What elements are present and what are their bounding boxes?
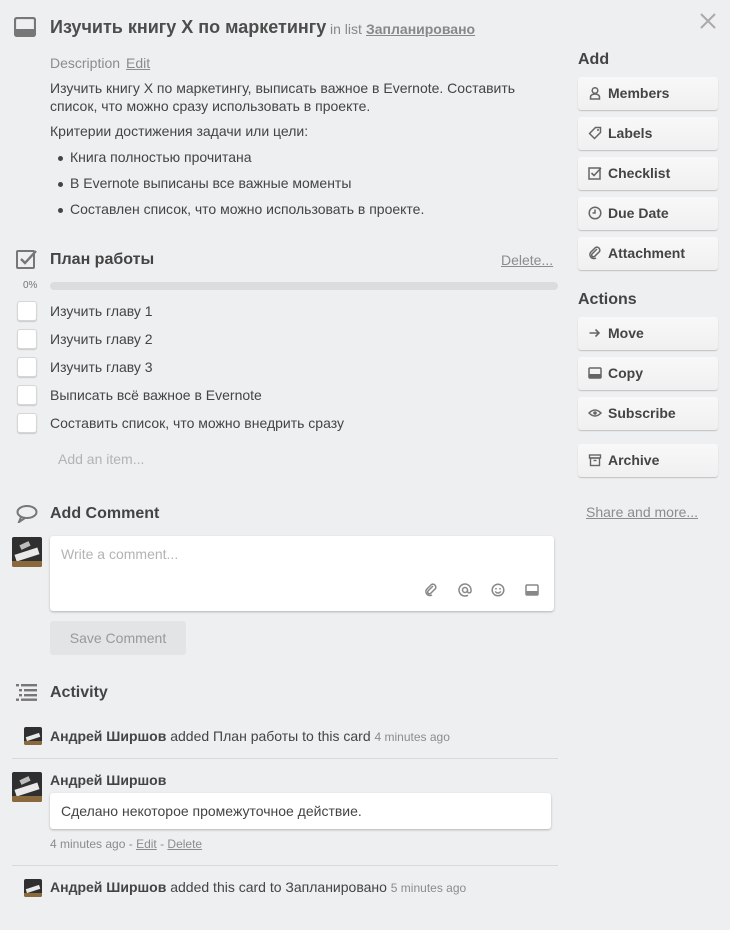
labels-button[interactable]: Labels <box>578 117 718 150</box>
in-list-prefix: in list <box>330 21 362 37</box>
archive-button[interactable]: Archive <box>578 444 718 477</box>
checklist-checkbox[interactable] <box>17 413 37 433</box>
members-button[interactable]: Members <box>578 77 718 110</box>
description-label: Description <box>50 55 121 71</box>
move-label: Move <box>608 325 644 341</box>
avatar <box>12 772 42 802</box>
activity-time[interactable]: 5 minutes ago <box>391 881 466 895</box>
checklist-item[interactable]: Выписать всё важное в Evernote <box>50 387 262 403</box>
card-icon <box>13 16 37 38</box>
checklist-progress-bar <box>50 282 558 290</box>
description-bullet: В Evernote выписаны все важные моменты <box>58 175 351 191</box>
activity-user[interactable]: Андрей Ширшов <box>50 728 166 744</box>
activity-action: added this card to Запланировано <box>170 879 387 895</box>
labels-label: Labels <box>608 125 653 141</box>
members-label: Members <box>608 85 670 101</box>
comment-delete-link[interactable]: Delete <box>167 837 202 851</box>
activity-title: Activity <box>50 684 108 701</box>
attachment-button[interactable]: Attachment <box>578 237 718 270</box>
arrow-right-icon <box>588 326 602 340</box>
move-button[interactable]: Move <box>578 317 718 350</box>
activity-time[interactable]: 4 minutes ago <box>375 730 450 744</box>
activity-comment-meta: 4 minutes ago - Edit - Delete <box>50 837 203 851</box>
emoji-icon[interactable] <box>491 583 505 597</box>
add-comment-title: Add Comment <box>50 505 160 522</box>
paperclip-icon <box>588 246 602 260</box>
comment-input[interactable] <box>50 536 554 584</box>
criteria-heading: Критерии достижения задачи или цели: <box>50 123 309 139</box>
close-icon[interactable] <box>699 6 717 37</box>
divider <box>12 865 558 866</box>
archive-label: Archive <box>608 452 660 468</box>
bullet-text: В Evernote выписаны все важные моменты <box>70 175 352 191</box>
checklist-checkbox[interactable] <box>17 301 37 321</box>
subscribe-button[interactable]: Subscribe <box>578 397 718 430</box>
due-date-button[interactable]: Due Date <box>578 197 718 230</box>
save-comment-button[interactable]: Save Comment <box>50 621 186 655</box>
clock-icon <box>588 206 602 220</box>
activity-time[interactable]: 4 minutes ago <box>50 837 125 851</box>
checklist-checkbox[interactable] <box>17 385 37 405</box>
checklist-title[interactable]: План работы <box>50 251 154 269</box>
checklist-label: Checklist <box>608 165 671 181</box>
activity-user[interactable]: Андрей Ширшов <box>50 772 166 788</box>
activity-entry: Андрей Ширшов <box>50 772 166 788</box>
activity-entry: Андрей Ширшов added this card to Заплани… <box>50 879 466 895</box>
description-text: Изучить книгу X по маркетингу, выписать … <box>50 80 516 114</box>
add-checklist-item-input[interactable]: Add an item... <box>58 451 144 467</box>
checklist-delete-link[interactable]: Delete... <box>501 252 553 268</box>
checklist-button[interactable]: Checklist <box>578 157 718 190</box>
mention-icon[interactable] <box>458 583 472 597</box>
avatar <box>24 727 42 745</box>
checklist-icon <box>16 248 38 270</box>
due-date-label: Due Date <box>608 205 669 221</box>
subscribe-label: Subscribe <box>608 405 676 421</box>
share-and-more-link[interactable]: Share and more... <box>586 504 698 520</box>
checklist-item[interactable]: Изучить главу 3 <box>50 359 153 375</box>
actions-heading: Actions <box>578 291 637 308</box>
checklist-item[interactable]: Составить список, что можно внедрить сра… <box>50 415 344 431</box>
comment-box <box>50 536 554 611</box>
comment-edit-link[interactable]: Edit <box>136 837 157 851</box>
card-icon <box>588 366 602 380</box>
activity-user[interactable]: Андрей Ширшов <box>50 879 166 895</box>
copy-button[interactable]: Copy <box>578 357 718 390</box>
activity-comment: Сделано некоторое промежуточное действие… <box>50 793 551 829</box>
bullet-text: Составлен список, что можно использовать… <box>70 201 425 217</box>
comment-icon <box>16 505 38 525</box>
attachment-icon[interactable] <box>424 583 438 597</box>
checklist-item[interactable]: Изучить главу 1 <box>50 303 153 319</box>
description-bullet: Составлен список, что можно использовать… <box>58 201 424 217</box>
checklist-checkbox[interactable] <box>17 329 37 349</box>
divider <box>12 758 558 759</box>
description-edit-link[interactable]: Edit <box>126 55 150 71</box>
avatar <box>24 879 42 897</box>
avatar <box>12 537 42 567</box>
tag-icon <box>588 126 602 140</box>
list-link[interactable]: Запланировано <box>366 21 475 37</box>
checklist-item[interactable]: Изучить главу 2 <box>50 331 153 347</box>
checklist-progress-percent: 0% <box>23 280 38 291</box>
description-bullet: Книга полностью прочитана <box>58 149 252 165</box>
archive-icon <box>588 453 602 467</box>
card-title[interactable]: Изучить книгу X по маркетингу <box>50 17 326 38</box>
attachment-label: Attachment <box>608 245 686 261</box>
activity-icon <box>16 683 38 701</box>
activity-entry: Андрей Ширшов added План работы to this … <box>50 728 450 744</box>
card-link-icon[interactable] <box>525 583 539 597</box>
copy-label: Copy <box>608 365 643 381</box>
checklist-checkbox[interactable] <box>17 357 37 377</box>
activity-action: added План работы to this card <box>170 728 371 744</box>
eye-icon <box>587 406 603 420</box>
checkbox-icon <box>588 166 602 180</box>
bullet-text: Книга полностью прочитана <box>70 149 252 165</box>
person-icon <box>588 86 602 100</box>
add-heading: Add <box>578 51 610 68</box>
